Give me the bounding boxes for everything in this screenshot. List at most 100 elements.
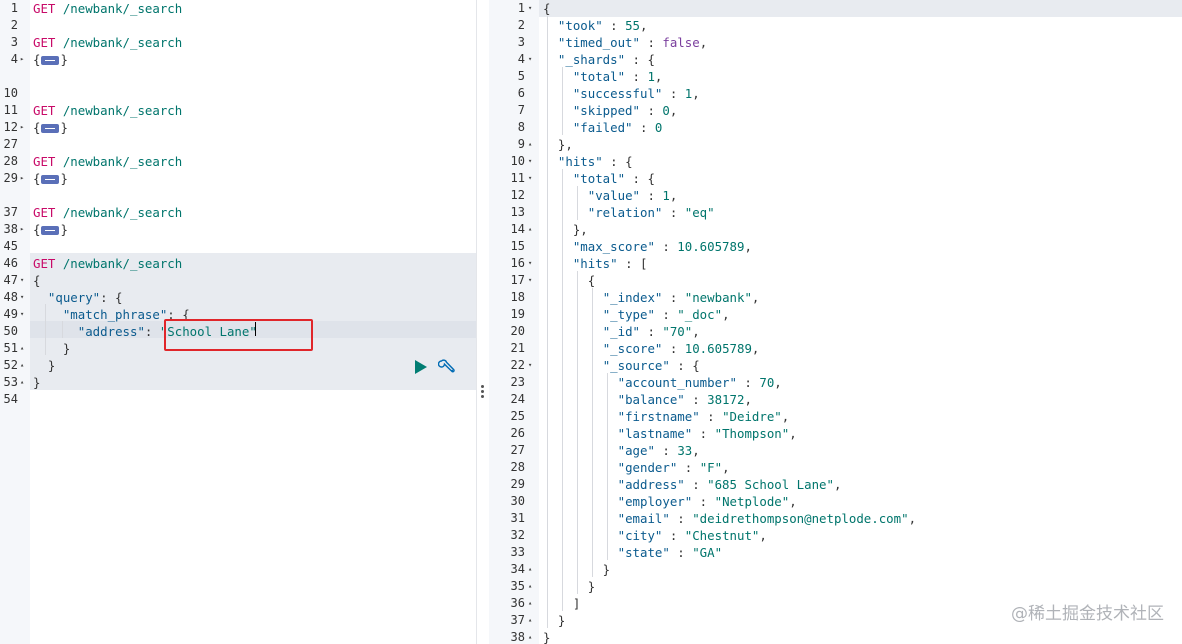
request-line[interactable]: 47 ▾ { xyxy=(0,272,476,289)
response-line[interactable]: 9 ▴ }, xyxy=(489,136,1182,153)
fold-collapse-icon[interactable]: ▾ xyxy=(528,0,532,17)
request-line[interactable]: 11 GET /newbank/_search xyxy=(0,102,476,119)
response-line[interactable]: 18 "_index" : "newbank", xyxy=(489,289,1182,306)
response-line[interactable]: 20 "_id" : "70", xyxy=(489,323,1182,340)
request-line[interactable]: 45 xyxy=(0,238,476,255)
response-line[interactable]: 12 "value" : 1, xyxy=(489,187,1182,204)
token-punc xyxy=(33,324,78,339)
response-line[interactable]: 28 "gender" : "F", xyxy=(489,459,1182,476)
response-line[interactable]: 4 ▾ "_shards" : { xyxy=(489,51,1182,68)
request-line[interactable]: 48 ▾ "query": { xyxy=(0,289,476,306)
request-line[interactable]: 3 GET /newbank/_search xyxy=(0,34,476,51)
response-line[interactable]: 10 ▾ "hits" : { xyxy=(489,153,1182,170)
fold-collapse-icon[interactable]: ▴ xyxy=(528,136,532,153)
response-line[interactable]: 2 "took" : 55, xyxy=(489,17,1182,34)
fold-expand-icon[interactable]: ▸ xyxy=(20,51,24,68)
response-line[interactable]: 33 "state" : "GA" xyxy=(489,544,1182,561)
response-line[interactable]: 21 "_score" : 10.605789, xyxy=(489,340,1182,357)
request-settings-button[interactable] xyxy=(437,358,456,376)
response-line[interactable]: 25 "firstname" : "Deidre", xyxy=(489,408,1182,425)
request-line[interactable]: 12 ▸ {} xyxy=(0,119,476,136)
response-line[interactable]: 11 ▾ "total" : { xyxy=(489,170,1182,187)
request-line[interactable]: 28 GET /newbank/_search xyxy=(0,153,476,170)
response-line[interactable]: 23 "account_number" : 70, xyxy=(489,374,1182,391)
token-punc: , xyxy=(669,103,678,118)
response-line[interactable]: 13 "relation" : "eq" xyxy=(489,204,1182,221)
fold-collapse-icon[interactable]: ▴ xyxy=(20,340,24,357)
request-line[interactable]: 27 xyxy=(0,136,476,153)
response-line[interactable]: 32 "city" : "Chestnut", xyxy=(489,527,1182,544)
request-line[interactable]: 1 GET /newbank/_search xyxy=(0,0,476,17)
response-line[interactable]: 22 ▾ "_source" : { xyxy=(489,357,1182,374)
response-line[interactable]: 17 ▾ { xyxy=(489,272,1182,289)
response-line[interactable]: 26 "lastname" : "Thompson", xyxy=(489,425,1182,442)
token-punc: : xyxy=(669,545,693,560)
request-line[interactable]: 4 ▸ {} xyxy=(0,51,476,68)
request-line[interactable]: 54 xyxy=(0,391,476,408)
code-text: } xyxy=(543,561,610,578)
fold-collapse-icon[interactable]: ▴ xyxy=(20,357,24,374)
fold-expand-icon[interactable]: ▸ xyxy=(20,170,24,187)
fold-collapse-icon[interactable]: ▴ xyxy=(528,629,532,644)
fold-collapse-icon[interactable]: ▴ xyxy=(528,561,532,578)
fold-collapse-icon[interactable]: ▾ xyxy=(528,51,532,68)
send-request-button[interactable] xyxy=(413,359,429,375)
fold-collapse-icon[interactable]: ▾ xyxy=(528,255,532,272)
code-text: "_score" : 10.605789, xyxy=(543,340,760,357)
fold-collapse-icon[interactable]: ▴ xyxy=(528,578,532,595)
response-line[interactable]: 16 ▾ "hits" : [ xyxy=(489,255,1182,272)
fold-collapse-icon[interactable]: ▾ xyxy=(528,170,532,187)
fold-collapse-icon[interactable]: ▾ xyxy=(20,289,24,306)
token-key: "_score" xyxy=(602,341,663,356)
token-str: "70" xyxy=(662,324,693,339)
token-punc xyxy=(543,409,618,424)
fold-collapse-icon[interactable]: ▾ xyxy=(528,153,532,170)
token-url: /newbank/_search xyxy=(62,103,183,118)
fold-expand-icon[interactable]: ▸ xyxy=(20,221,24,238)
response-line[interactable]: 15 "max_score" : 10.605789, xyxy=(489,238,1182,255)
fold-collapse-icon[interactable]: ▴ xyxy=(528,595,532,612)
response-line[interactable]: 31 "email" : "deidrethompson@netplode.co… xyxy=(489,510,1182,527)
fold-expand-icon[interactable]: ▸ xyxy=(20,119,24,136)
response-line[interactable]: 6 "successful" : 1, xyxy=(489,85,1182,102)
response-line[interactable]: 19 "_type" : "_doc", xyxy=(489,306,1182,323)
request-line[interactable]: 2 xyxy=(0,17,476,34)
fold-collapse-icon[interactable]: ▴ xyxy=(20,374,24,391)
response-line[interactable]: 29 "address" : "685 School Lane", xyxy=(489,476,1182,493)
response-line[interactable]: 24 "balance" : 38172, xyxy=(489,391,1182,408)
pane-resize-handle[interactable] xyxy=(476,0,490,644)
folded-content-icon[interactable] xyxy=(41,175,60,184)
response-line[interactable]: 27 "age" : 33, xyxy=(489,442,1182,459)
request-line[interactable]: 38 ▸ {} xyxy=(0,221,476,238)
folded-content-icon[interactable] xyxy=(41,56,60,65)
request-line[interactable]: 53 ▴} xyxy=(0,374,476,391)
fold-collapse-icon[interactable]: ▾ xyxy=(528,357,532,374)
response-line[interactable]: 1 ▾ { xyxy=(489,0,1182,17)
response-line[interactable]: 34 ▴ } xyxy=(489,561,1182,578)
fold-collapse-icon[interactable]: ▴ xyxy=(528,612,532,629)
fold-collapse-icon[interactable]: ▾ xyxy=(20,272,24,289)
token-punc: , xyxy=(751,341,760,356)
response-line[interactable]: 38 ▴} xyxy=(489,629,1182,644)
fold-collapse-icon[interactable]: ▾ xyxy=(20,306,24,323)
fold-collapse-icon[interactable]: ▾ xyxy=(528,272,532,289)
request-line[interactable]: 46 GET /newbank/_search xyxy=(0,255,476,272)
request-line[interactable]: 37 GET /newbank/_search xyxy=(0,204,476,221)
request-line[interactable]: 10 xyxy=(0,85,476,102)
response-line[interactable]: 3 "timed_out" : false, xyxy=(489,34,1182,51)
request-line[interactable]: 52 ▴ } xyxy=(0,357,476,374)
response-line[interactable]: 14 ▴ }, xyxy=(489,221,1182,238)
token-str: "Netplode" xyxy=(714,494,790,509)
response-line[interactable]: 8 "failed" : 0 xyxy=(489,119,1182,136)
fold-collapse-icon[interactable]: ▴ xyxy=(528,221,532,238)
folded-content-icon[interactable] xyxy=(41,226,60,235)
response-viewer[interactable]: 1 ▾{2 "took" : 55, 3 "timed_out" : false, 4… xyxy=(489,0,1182,644)
request-line[interactable]: 29 ▸ {} xyxy=(0,170,476,187)
response-line[interactable]: 35 ▴ } xyxy=(489,578,1182,595)
response-line[interactable]: 7 "skipped" : 0, xyxy=(489,102,1182,119)
response-line[interactable]: 5 "total" : 1, xyxy=(489,68,1182,85)
request-editor[interactable]: 1 GET /newbank/_search 2 3 GET /newbank/_sea… xyxy=(0,0,476,644)
response-line[interactable]: 30 "employer" : "Netplode", xyxy=(489,493,1182,510)
token-key: "_index" xyxy=(602,290,663,305)
folded-content-icon[interactable] xyxy=(41,124,60,133)
